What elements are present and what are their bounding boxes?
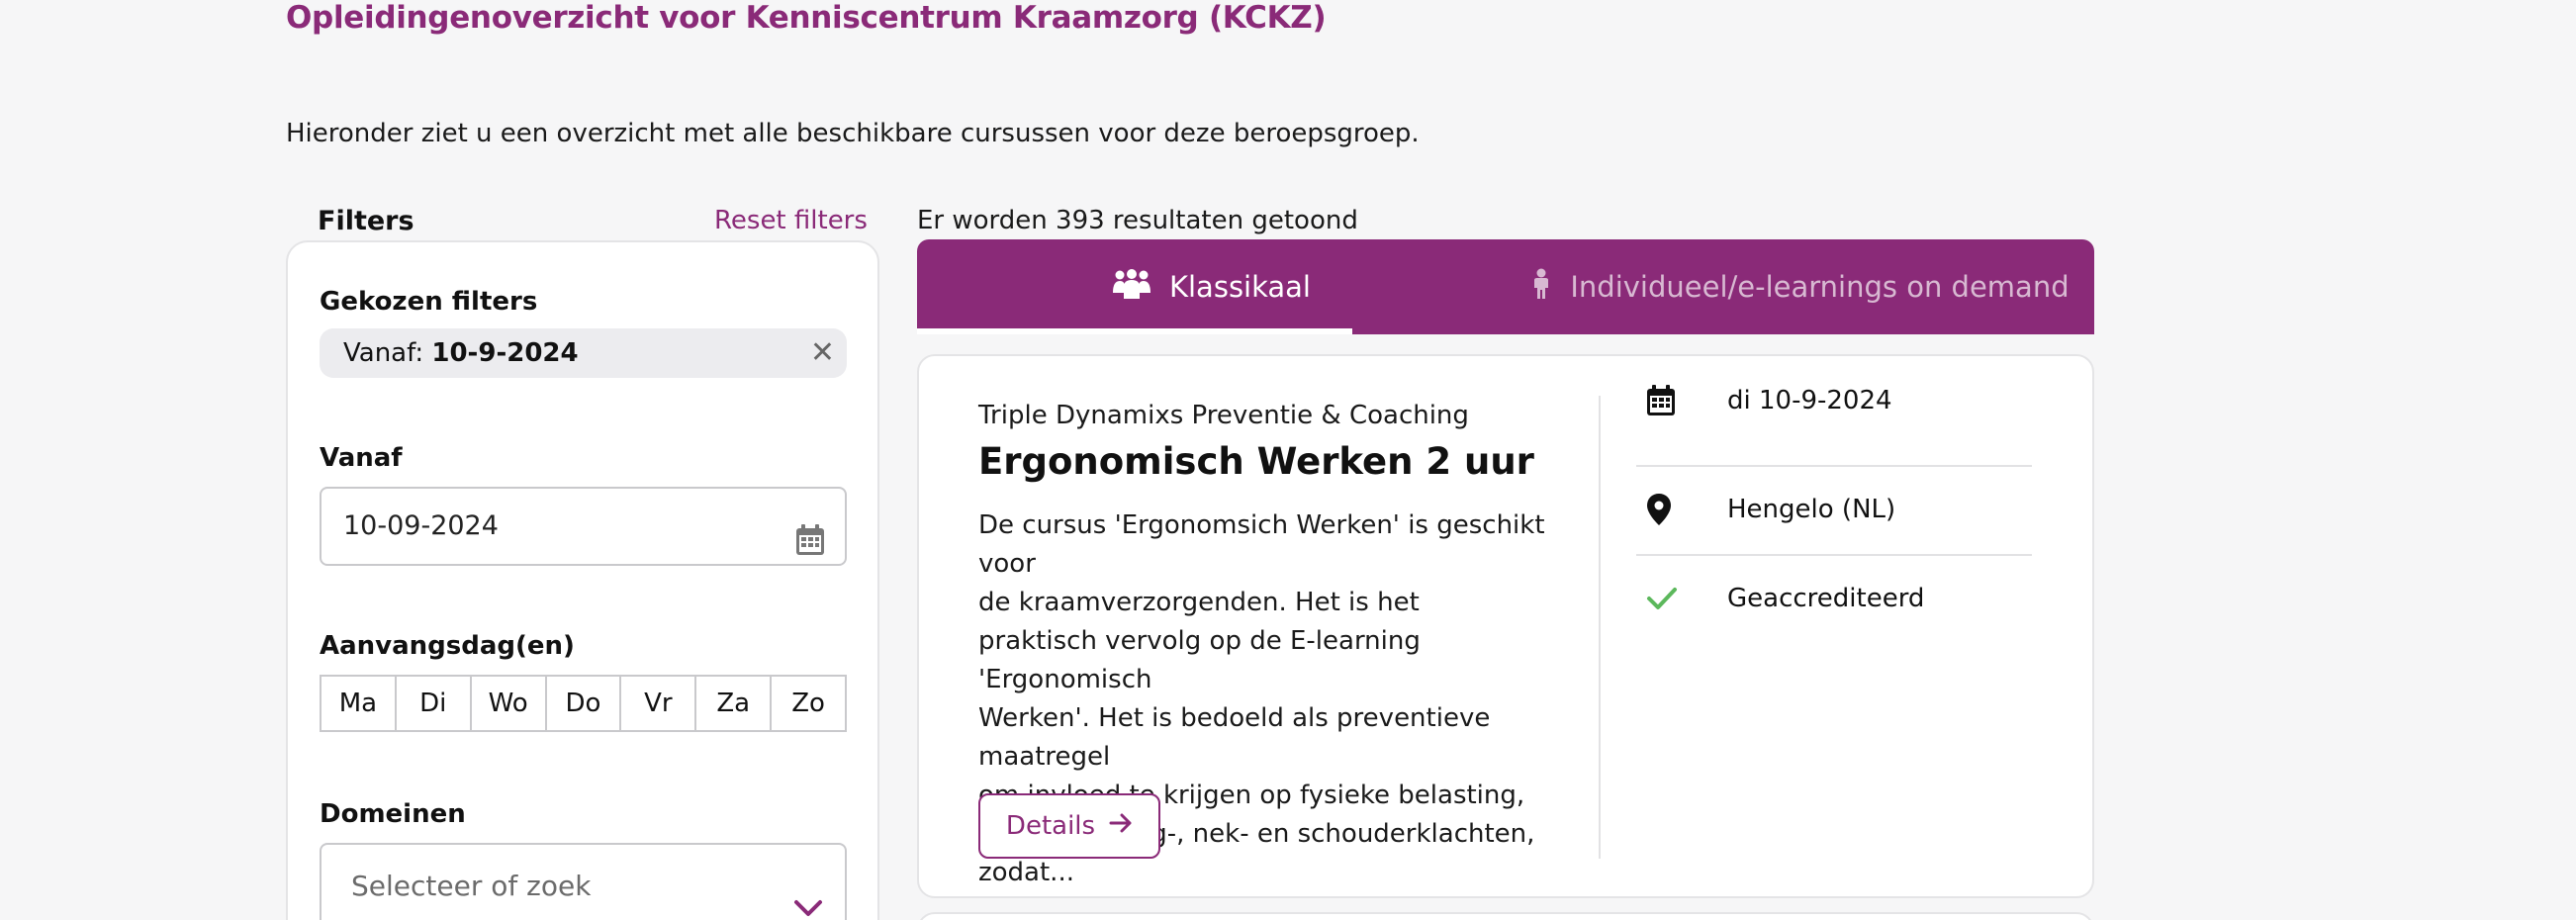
course-provider: Triple Dynamixs Preventie & Coaching <box>978 401 1469 430</box>
description-line: praktisch vervolg op de E-learning 'Ergo… <box>978 626 1421 694</box>
day-selector: Ma Di Wo Do Vr Za Zo <box>320 675 847 732</box>
calendar-icon[interactable] <box>795 510 825 586</box>
domains-select[interactable]: Selecteer of zoek <box>320 843 847 920</box>
check-icon <box>1636 586 1727 611</box>
start-days-heading: Aanvangsdag(en) <box>320 631 575 661</box>
tab-individueel[interactable]: Individueel/e-learnings on demand <box>1506 239 2094 334</box>
course-title[interactable]: Ergonomisch Werken 2 uur <box>978 440 1534 483</box>
chip-value: 10-9-2024 <box>431 338 579 368</box>
tab-klassikaal[interactable]: Klassikaal <box>917 239 1506 334</box>
group-icon <box>1112 268 1151 306</box>
reset-filters-link[interactable]: Reset filters <box>714 206 868 235</box>
filter-panel: Gekozen filters Vanaf: 10-9-2024 ✕ Vanaf… <box>286 240 879 920</box>
page-title: Opleidingenoverzicht voor Kenniscentrum … <box>286 0 1327 36</box>
chosen-filters-heading: Gekozen filters <box>320 287 538 317</box>
description-line: de kraamverzorgenden. Het is het <box>978 588 1420 617</box>
close-icon[interactable]: ✕ <box>810 328 835 378</box>
card-divider <box>1599 396 1601 859</box>
from-date-input[interactable]: 10-09-2024 <box>320 487 847 566</box>
chevron-down-icon <box>793 873 823 920</box>
active-filter-chip: Vanaf: 10-9-2024 ✕ <box>320 328 847 378</box>
day-tue[interactable]: Di <box>397 677 472 730</box>
from-date-value: 10-09-2024 <box>343 510 499 541</box>
day-wed[interactable]: Wo <box>472 677 547 730</box>
filters-heading: Filters <box>318 206 414 236</box>
domains-placeholder: Selecteer of zoek <box>351 870 592 902</box>
description-line: De cursus 'Ergonomsich Werken' is geschi… <box>978 510 1545 579</box>
chip-prefix: Vanaf: <box>343 338 424 368</box>
description-line: zodat... <box>978 858 1074 887</box>
course-accreditation: Geaccrediteerd <box>1727 584 1925 613</box>
intro-text: Hieronder ziet u een overzicht met alle … <box>286 119 1420 148</box>
active-tab-indicator <box>917 328 1352 334</box>
results-count: Er worden 393 resultaten getoond <box>917 206 1358 235</box>
day-thu[interactable]: Do <box>547 677 622 730</box>
tab-klassikaal-label: Klassikaal <box>1168 270 1311 304</box>
details-button[interactable]: Details <box>978 793 1160 859</box>
domains-heading: Domeinen <box>320 799 466 829</box>
details-label: Details <box>1005 811 1096 841</box>
person-icon <box>1530 268 1552 307</box>
arrow-right-icon <box>1109 811 1133 841</box>
course-type-tabs: Klassikaal Individueel/e-learnings on de… <box>917 239 2094 334</box>
accreditation-row: Geaccrediteerd <box>1636 554 2032 643</box>
course-location: Hengelo (NL) <box>1727 495 1896 524</box>
tab-individueel-label: Individueel/e-learnings on demand <box>1570 270 2070 304</box>
from-heading: Vanaf <box>320 443 403 473</box>
calendar-icon <box>1636 385 1727 416</box>
location-row: Hengelo (NL) <box>1636 465 2032 554</box>
course-date: di 10-9-2024 <box>1727 386 1892 415</box>
next-course-card <box>917 912 2094 920</box>
day-fri[interactable]: Vr <box>621 677 697 730</box>
day-mon[interactable]: Ma <box>322 677 397 730</box>
day-sat[interactable]: Za <box>696 677 773 730</box>
map-pin-icon <box>1636 493 1727 526</box>
course-card: Triple Dynamixs Preventie & Coaching Erg… <box>917 354 2094 898</box>
description-line: Werken'. Het is bedoeld als preventieve … <box>978 703 1491 772</box>
day-sun[interactable]: Zo <box>772 677 845 730</box>
date-row: di 10-9-2024 <box>1636 356 2032 445</box>
